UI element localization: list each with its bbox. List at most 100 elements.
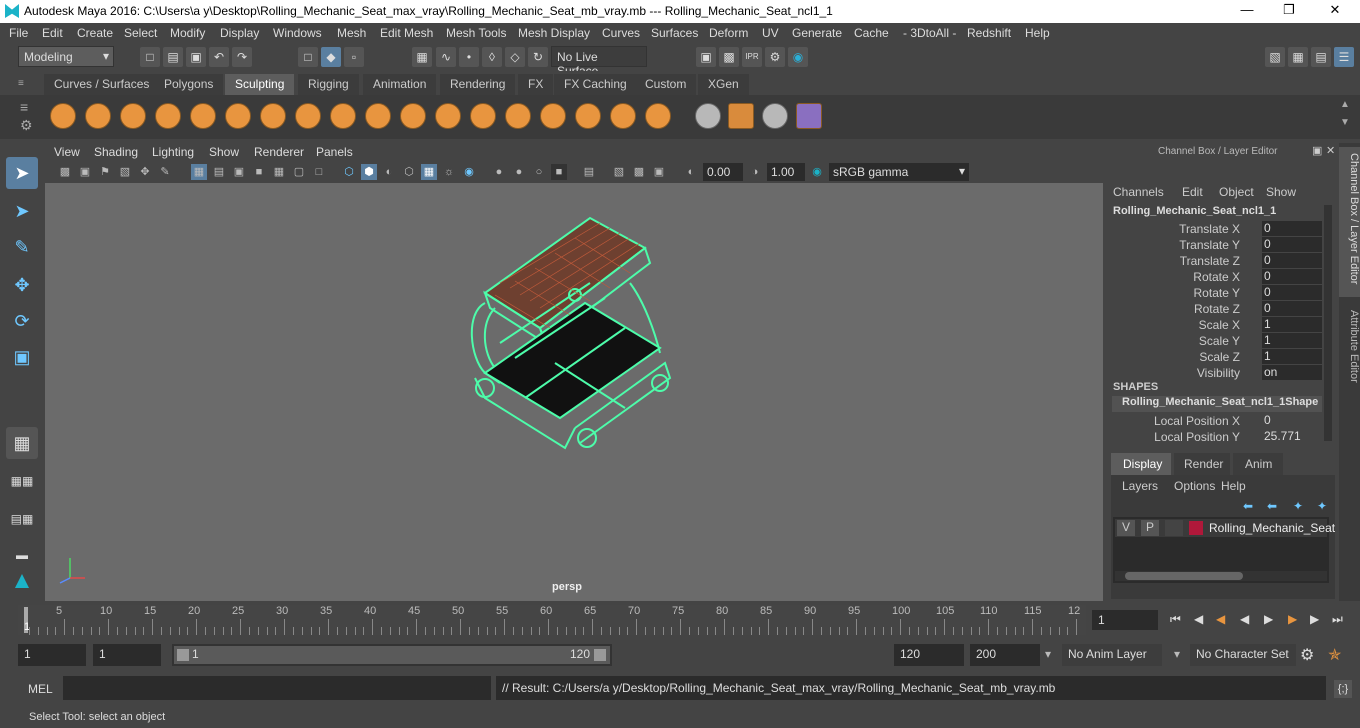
channel-value[interactable]: 1 <box>1262 317 1322 332</box>
menu-edit-mesh[interactable]: Edit Mesh <box>380 26 433 40</box>
new-scene-icon[interactable]: □ <box>140 47 160 67</box>
tab-polygons[interactable]: Polygons <box>154 74 224 95</box>
color-space-dropdown[interactable]: sRGB gamma ▾ <box>829 163 969 181</box>
new-layer-icon[interactable]: ✦ <box>1293 499 1303 513</box>
go-to-start-icon[interactable]: ⏮ <box>1170 612 1181 627</box>
close-panel-icon[interactable]: ✕ <box>1326 144 1335 157</box>
safe-action-icon[interactable]: ▢ <box>291 164 307 180</box>
tab-curves-surfaces[interactable]: Curves / Surfaces <box>44 74 160 95</box>
snap-curve-icon[interactable]: ∿ <box>436 47 456 67</box>
snap-grid-icon[interactable]: ▦ <box>412 47 432 67</box>
menu-select[interactable]: Select <box>124 26 157 40</box>
fill-tool-icon[interactable] <box>470 103 496 129</box>
channel-value[interactable]: 0 <box>1262 269 1322 284</box>
range-end-handle[interactable] <box>594 649 606 661</box>
current-frame-field[interactable]: 1 <box>1092 610 1158 630</box>
two-d-pan-icon[interactable]: ✥ <box>137 164 153 180</box>
channel-row[interactable]: Scale X 1 <box>1106 317 1326 333</box>
menu-generate[interactable]: Generate <box>792 26 842 40</box>
float-panel-icon[interactable]: ▣ <box>1312 144 1322 157</box>
exposure-field[interactable]: 0.00 <box>703 163 743 181</box>
grab-tool-icon[interactable] <box>155 103 181 129</box>
pinch-tool-icon[interactable] <box>190 103 216 129</box>
animation-prefs-icon[interactable]: ✯ <box>1328 645 1341 665</box>
auto-key-icon[interactable]: ⚙ <box>1300 645 1314 665</box>
layer-type-toggle[interactable] <box>1165 520 1183 536</box>
bulge-tool-icon[interactable] <box>575 103 601 129</box>
menu-mesh[interactable]: Mesh <box>337 26 366 40</box>
step-back-frame-icon[interactable]: ◀ <box>1194 612 1203 626</box>
object-name[interactable]: Rolling_Mechanic_Seat_ncl1_1 <box>1113 205 1276 217</box>
shadows-icon[interactable]: ◉ <box>461 164 477 180</box>
step-forward-frame-icon[interactable]: ▶ <box>1310 612 1319 626</box>
xray-active-icon[interactable]: ▣ <box>651 164 667 180</box>
panel-menu-renderer[interactable]: Renderer <box>254 145 304 159</box>
resolution-gate-icon[interactable]: ▣ <box>231 164 247 180</box>
channel-row[interactable]: Scale Y 1 <box>1106 333 1326 349</box>
depth-of-field-icon[interactable]: ■ <box>551 164 567 180</box>
channel-box-toggle-icon[interactable]: ☰ <box>1334 47 1354 67</box>
layer-playback-toggle[interactable]: P <box>1141 520 1159 536</box>
tab-rendering[interactable]: Rendering <box>440 74 516 95</box>
panel-menu-shading[interactable]: Shading <box>94 145 138 159</box>
channels-menu[interactable]: Channels <box>1113 185 1164 199</box>
go-to-end-icon[interactable]: ⏭ <box>1332 612 1343 627</box>
range-start-handle[interactable] <box>177 649 189 661</box>
channel-edit-menu[interactable]: Edit <box>1182 185 1203 199</box>
menu-redshift[interactable]: Redshift <box>967 26 1011 40</box>
render-view-icon[interactable]: ▣ <box>696 47 716 67</box>
spray-tool-icon[interactable] <box>295 103 321 129</box>
close-button[interactable]: ✕ <box>1320 2 1350 20</box>
panel-menu-show[interactable]: Show <box>209 145 239 159</box>
menu-modify[interactable]: Modify <box>170 26 205 40</box>
channel-row[interactable]: Local Position X 0 <box>1106 413 1326 429</box>
smear-tool-icon[interactable] <box>540 103 566 129</box>
mask-snowflake-icon[interactable] <box>695 103 721 129</box>
time-slider[interactable]: 1 5 10 15 20 25 30 35 40 45 50 55 60 65 70 75 80 85 90 95 1… <box>0 603 1360 637</box>
paint-select-icon[interactable]: ✎ <box>6 231 38 263</box>
flatten-tool-icon[interactable] <box>225 103 251 129</box>
end-time-field[interactable]: 200 <box>970 644 1040 666</box>
shelf-settings-icon[interactable]: ⚙ <box>20 117 33 134</box>
knife-tool-icon[interactable] <box>505 103 531 129</box>
bookmark-icon[interactable]: ⚑ <box>97 164 113 180</box>
channel-show-menu[interactable]: Show <box>1266 185 1296 199</box>
tab-fx[interactable]: FX <box>518 74 554 95</box>
render-frame-icon[interactable]: ▩ <box>719 47 739 67</box>
menu-create[interactable]: Create <box>77 26 113 40</box>
tab-fx-caching[interactable]: FX Caching <box>554 74 637 95</box>
snap-view-icon[interactable]: ◊ <box>482 47 502 67</box>
use-lights-icon[interactable]: ☼ <box>441 164 457 180</box>
layout-icon[interactable]: ▦ <box>1288 47 1308 67</box>
channel-row[interactable]: Rotate X 0 <box>1106 269 1326 285</box>
gamma-field[interactable]: 1.00 <box>767 163 805 181</box>
tab-rigging[interactable]: Rigging <box>298 74 359 95</box>
tab-attribute-editor[interactable]: Attribute Editor <box>1339 308 1360 398</box>
chevron-down-icon[interactable]: ▾ <box>1045 647 1051 661</box>
xray-icon[interactable]: ▧ <box>611 164 627 180</box>
menu-curves[interactable]: Curves <box>602 26 640 40</box>
play-forwards-icon[interactable]: ▶ <box>1264 612 1273 626</box>
maya-mesh-icon[interactable]: ▲ <box>6 565 38 597</box>
channel-row[interactable]: Rotate Y 0 <box>1106 285 1326 301</box>
channel-row[interactable]: Local Position Y 25.771 <box>1106 429 1326 445</box>
menu-windows[interactable]: Windows <box>273 26 322 40</box>
workspace-icon[interactable]: ▧ <box>1265 47 1285 67</box>
channel-value[interactable]: 0 <box>1262 285 1322 300</box>
freeze-tool-icon[interactable] <box>645 103 671 129</box>
exposure-icon[interactable]: ◐ <box>683 164 699 180</box>
select-hierarchy-icon[interactable]: □ <box>298 47 318 67</box>
shape-name[interactable]: Rolling_Mechanic_Seat_ncl1_1Shape <box>1112 396 1322 412</box>
playback-start-field[interactable]: 1 <box>93 644 161 666</box>
layers-menu[interactable]: Layers <box>1122 479 1158 493</box>
move-layer-up-icon[interactable]: ⬅ <box>1243 499 1253 513</box>
step-forward-key-icon[interactable]: ▶ <box>1288 612 1297 626</box>
color-management-icon[interactable]: ◉ <box>809 164 825 180</box>
select-component-icon[interactable]: ▫ <box>344 47 364 67</box>
sculpt-layers-icon[interactable] <box>796 103 822 129</box>
channel-value[interactable]: 0 <box>1262 413 1322 428</box>
grid-toggle-icon[interactable]: ▦ <box>191 164 207 180</box>
play-backwards-icon[interactable]: ◀ <box>1240 612 1249 626</box>
shelf-options-icon[interactable]: ≡ <box>20 99 28 115</box>
smooth-tool-icon[interactable] <box>85 103 111 129</box>
